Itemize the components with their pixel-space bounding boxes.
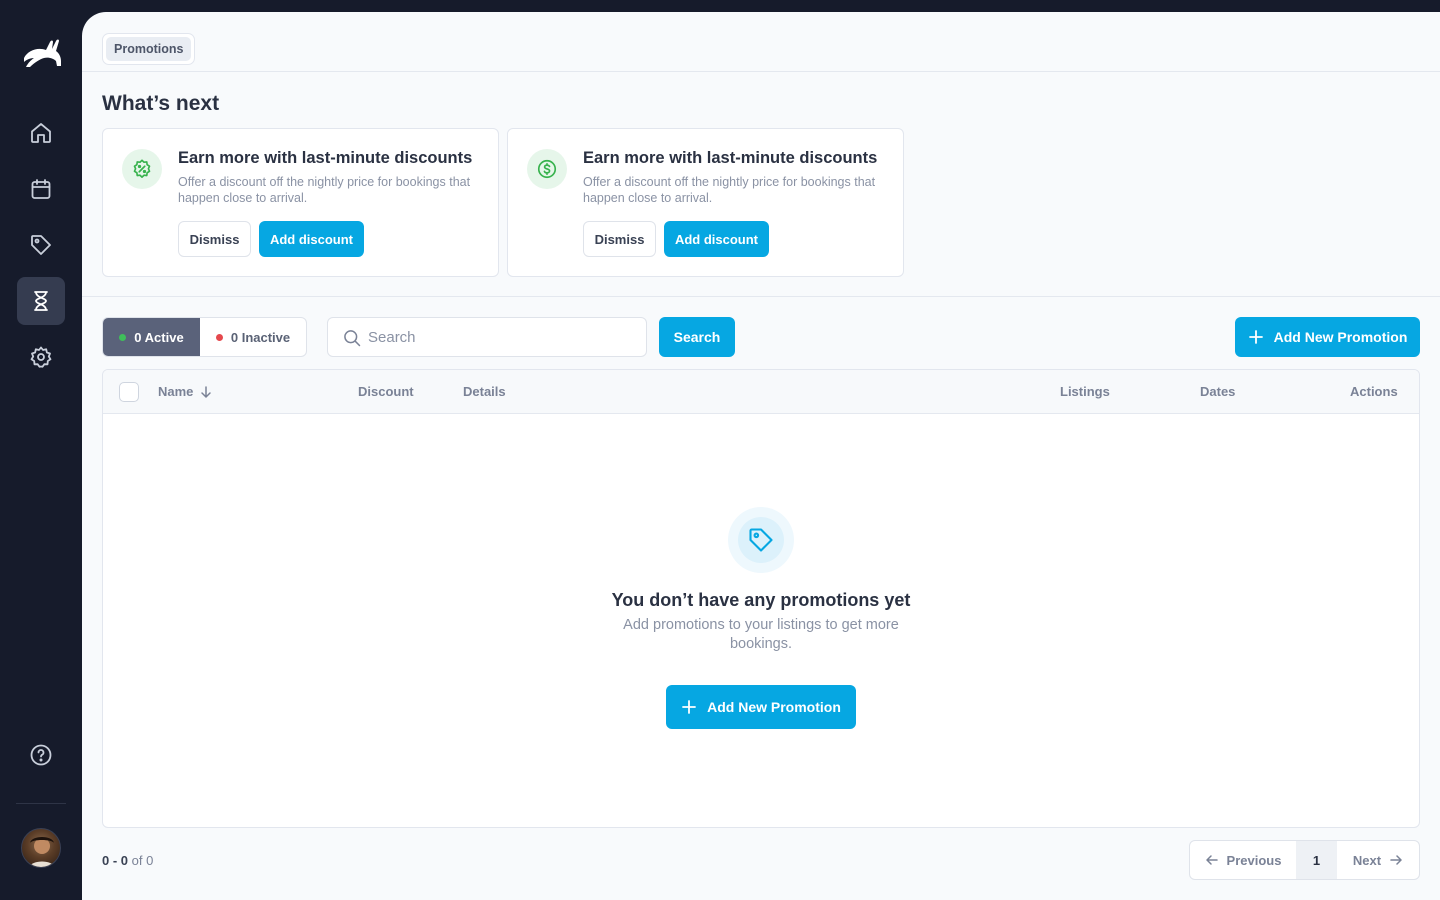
table-header: Name Discount Details Listings Dates Act… xyxy=(103,370,1419,414)
percent-badge-icon xyxy=(122,149,162,189)
filter-inactive-label: 0 Inactive xyxy=(230,329,291,345)
select-all-checkbox[interactable] xyxy=(119,382,139,402)
empty-state-icon xyxy=(728,507,794,573)
column-name-header[interactable]: Name xyxy=(158,384,213,399)
top-bar: Promotions xyxy=(82,12,1440,72)
dismiss-button[interactable]: Dismiss xyxy=(178,221,251,257)
add-discount-button[interactable]: Add discount xyxy=(259,221,364,257)
plus-icon xyxy=(682,700,697,714)
add-new-promotion-button[interactable]: Add New Promotion xyxy=(1235,317,1420,357)
help-button[interactable] xyxy=(17,731,65,779)
sort-down-icon xyxy=(201,385,212,398)
tag-icon xyxy=(31,235,51,255)
suggestion-card: Earn more with last-minute discounts Off… xyxy=(102,128,499,277)
card-title: Earn more with last-minute discounts xyxy=(583,149,878,167)
sidebar-item-settings[interactable] xyxy=(17,333,65,381)
status-filter: 0 Active 0 Inactive xyxy=(102,317,307,357)
next-page-button[interactable]: Next xyxy=(1337,841,1419,879)
next-label: Next xyxy=(1352,852,1382,868)
main-panel: Promotions What’s next Earn more with la… xyxy=(82,12,1440,900)
inactive-status-dot xyxy=(215,333,223,341)
empty-state-title: You don’t have any promotions yet xyxy=(611,590,911,610)
empty-state-description: Add promotions to your listings to get m… xyxy=(623,617,899,652)
section-title: What’s next xyxy=(102,92,220,115)
empty-add-promotion-label: Add New Promotion xyxy=(707,699,841,715)
sidebar xyxy=(0,0,82,900)
filter-active-button[interactable]: 0 Active xyxy=(103,318,200,356)
column-actions-header: Actions xyxy=(1350,384,1398,399)
card-description: Offer a discount off the nightly price f… xyxy=(178,175,471,205)
column-dates-header: Dates xyxy=(1200,384,1236,399)
filter-active-label: 0 Active xyxy=(134,329,184,345)
breadcrumb-item-promotions[interactable]: Promotions xyxy=(106,37,192,61)
sidebar-item-calendar[interactable] xyxy=(17,165,65,213)
pagination-range: 0 - 0 of 0 xyxy=(102,853,154,868)
dismiss-button[interactable]: Dismiss xyxy=(583,221,656,257)
user-avatar[interactable] xyxy=(21,828,61,868)
dollar-circle-icon xyxy=(527,149,567,189)
active-status-dot xyxy=(119,333,127,341)
previous-page-button[interactable]: Previous xyxy=(1190,841,1296,879)
breadcrumb: Promotions xyxy=(102,33,196,65)
home-icon xyxy=(31,123,51,143)
sidebar-item-home[interactable] xyxy=(17,109,65,157)
previous-label: Previous xyxy=(1226,852,1282,868)
range-of-label: of xyxy=(131,853,143,868)
range-end: 0 xyxy=(120,853,129,868)
sidebar-item-tags[interactable] xyxy=(17,221,65,269)
section-divider xyxy=(82,296,1440,297)
rabbit-logo[interactable] xyxy=(20,36,66,72)
arrow-left-icon xyxy=(1205,855,1218,865)
promotions-table: Name Discount Details Listings Dates Act… xyxy=(102,369,1420,828)
search-button[interactable]: Search xyxy=(659,317,735,357)
gear-icon xyxy=(30,346,52,368)
range-total: 0 xyxy=(146,853,154,868)
column-name-label: Name xyxy=(158,384,194,399)
tag-icon xyxy=(749,528,773,552)
suggestion-card: Earn more with last-minute discounts Off… xyxy=(507,128,904,277)
sidebar-divider xyxy=(16,803,66,804)
page-number-button[interactable]: 1 xyxy=(1296,841,1337,879)
add-new-promotion-label: Add New Promotion xyxy=(1273,329,1408,345)
card-description: Offer a discount off the nightly price f… xyxy=(583,175,876,205)
search-input[interactable] xyxy=(368,318,638,356)
pagination: Previous 1 Next xyxy=(1189,840,1420,880)
arrow-right-icon xyxy=(1390,855,1402,865)
card-title: Earn more with last-minute discounts xyxy=(178,149,473,167)
sidebar-item-promotions[interactable] xyxy=(17,277,65,325)
calendar-icon xyxy=(31,179,51,199)
column-details-header: Details xyxy=(463,384,506,399)
add-discount-button[interactable]: Add discount xyxy=(664,221,769,257)
search-icon xyxy=(344,330,361,347)
empty-add-promotion-button[interactable]: Add New Promotion xyxy=(666,685,856,729)
plus-icon xyxy=(1248,330,1263,344)
column-discount-header: Discount xyxy=(358,384,414,399)
hourglass-icon xyxy=(34,291,48,311)
filter-inactive-button[interactable]: 0 Inactive xyxy=(200,318,306,356)
search-field xyxy=(327,317,647,357)
help-icon xyxy=(30,744,52,766)
column-listings-header: Listings xyxy=(1060,384,1110,399)
